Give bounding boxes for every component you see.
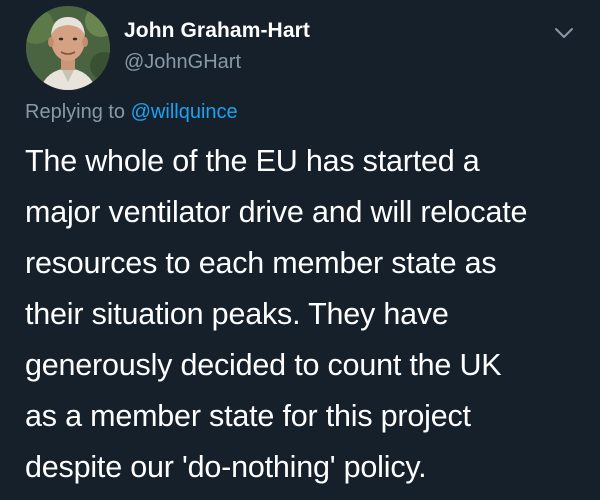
tweet-text: The whole of the EU has started a major … (25, 136, 585, 493)
author-name[interactable]: John Graham-Hart (124, 19, 310, 43)
tweet-text-line: generously decided to count the UK (25, 348, 502, 382)
tweet-text-line: despite our 'do-nothing' policy. (25, 450, 427, 484)
tweet-text-line: as a member state for this project (25, 399, 471, 433)
chevron-down-icon[interactable] (553, 26, 575, 40)
tweet-text-line: their situation peaks. They have (25, 297, 449, 331)
avatar[interactable] (26, 6, 110, 90)
tweet-text-line: major ventilator drive and will relocate (25, 195, 528, 229)
tweet-text-line: resources to each member state as (25, 246, 497, 280)
tweet-card: John Graham-Hart @JohnGHart Replying to … (0, 0, 600, 500)
reply-mention-link[interactable]: @willquince (131, 101, 238, 123)
tweet-text-line: The whole of the EU has started a (25, 144, 480, 178)
reply-context: Replying to @willquince (25, 101, 238, 124)
reply-prefix: Replying to (25, 101, 126, 123)
author-handle[interactable]: @JohnGHart (124, 51, 241, 74)
